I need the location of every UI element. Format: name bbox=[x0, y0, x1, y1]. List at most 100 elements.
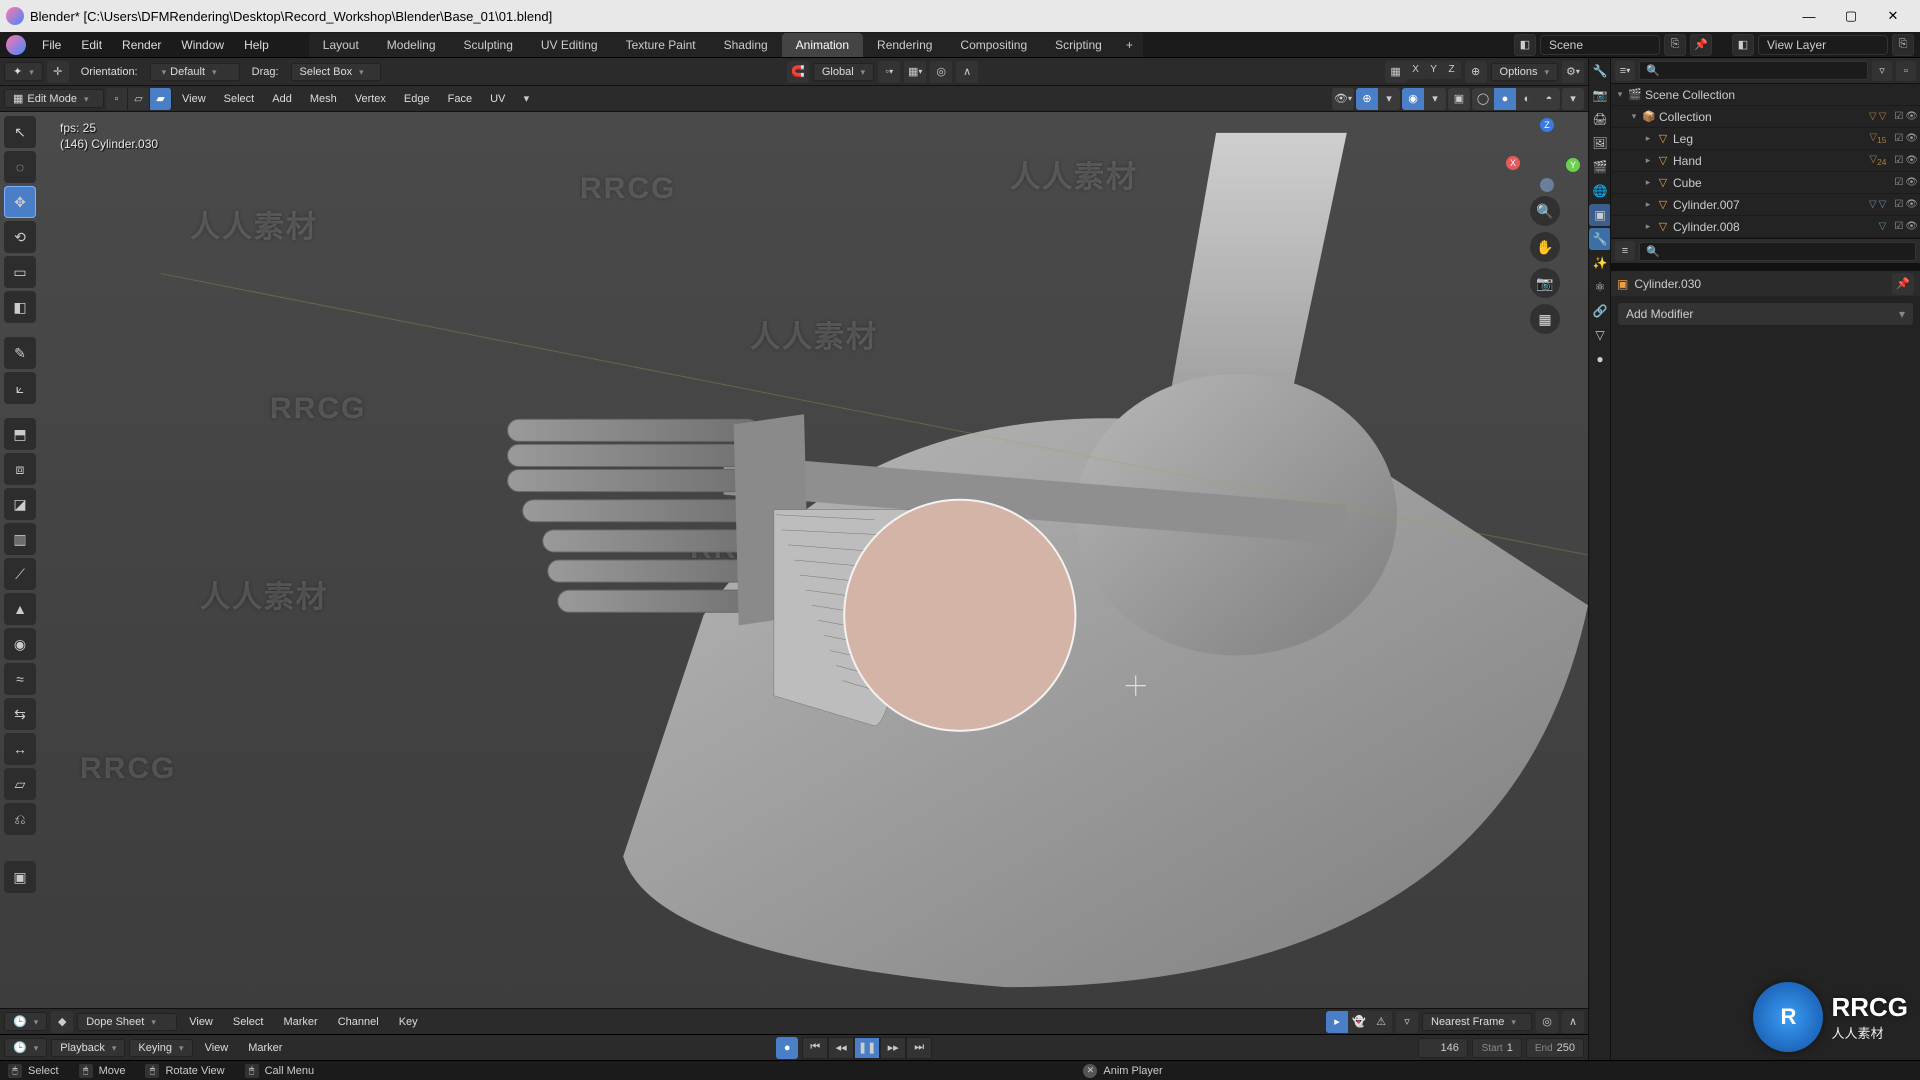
tool-extrude[interactable]: ⬒ bbox=[4, 418, 36, 450]
outliner-tree[interactable]: ▾🎬 Scene Collection ▾📦 Collection ▽▽ ☑👁 … bbox=[1611, 84, 1920, 238]
tool-measure[interactable]: ⟀ bbox=[4, 372, 36, 404]
keying-dropdown[interactable]: Keying bbox=[129, 1039, 192, 1057]
3d-viewport[interactable]: 人人素材 RRCG 人人素材 RRCG RRCG 人人素材 RRCG 人人素材 … bbox=[0, 112, 1588, 1008]
ds-select-menu[interactable]: Select bbox=[225, 1012, 272, 1032]
tool-polybuild[interactable]: ▲ bbox=[4, 593, 36, 625]
tool-loopcut[interactable]: ▥ bbox=[4, 523, 36, 555]
perspective-gizmo[interactable]: ▦ bbox=[1530, 304, 1560, 334]
edge-menu[interactable]: Edge bbox=[396, 89, 438, 109]
ds-show-sliders[interactable]: ▸ bbox=[1326, 1011, 1348, 1033]
gizmo-dropdown[interactable]: ▾ bbox=[1378, 88, 1400, 110]
keyframe-next-button[interactable]: ▸▸ bbox=[880, 1037, 906, 1059]
menu-window[interactable]: Window bbox=[171, 34, 234, 56]
prop-tab-physics[interactable]: ⚛ bbox=[1589, 276, 1611, 298]
shading-rendered[interactable]: ◓ bbox=[1538, 88, 1560, 110]
orientation-dropdown[interactable]: Default bbox=[150, 63, 240, 81]
tool-knife[interactable]: ⟋ bbox=[4, 558, 36, 590]
magnet-icon[interactable]: 🧲 bbox=[787, 61, 809, 83]
tool-spin[interactable]: ◉ bbox=[4, 628, 36, 660]
tab-uv-editing[interactable]: UV Editing bbox=[527, 33, 612, 57]
tool-rip[interactable]: ⎌ bbox=[4, 803, 36, 835]
prop-tab-tool[interactable]: 🔧 bbox=[1589, 60, 1611, 82]
viewlayer-new-button[interactable]: ⎘ bbox=[1892, 34, 1914, 56]
vertex-menu[interactable]: Vertex bbox=[347, 89, 394, 109]
prop-tab-constraints[interactable]: 🔗 bbox=[1589, 300, 1611, 322]
camera-gizmo[interactable]: 📷 bbox=[1530, 268, 1560, 298]
add-menu[interactable]: Add bbox=[264, 89, 300, 109]
menu-help[interactable]: Help bbox=[234, 34, 279, 56]
options-dropdown[interactable]: Options bbox=[1491, 63, 1558, 81]
transform-space-dropdown[interactable]: Global bbox=[813, 63, 874, 81]
pan-gizmo[interactable]: ✋ bbox=[1530, 232, 1560, 262]
tool-inset[interactable]: ⧈ bbox=[4, 453, 36, 485]
pivot-dropdown[interactable]: ◦▾ bbox=[878, 61, 900, 83]
tab-modeling[interactable]: Modeling bbox=[373, 33, 450, 57]
ds-warn-icon[interactable]: ⚠ bbox=[1370, 1011, 1392, 1033]
ds-snap-dropdown[interactable]: Nearest Frame bbox=[1422, 1013, 1532, 1031]
end-frame-field[interactable]: End250 bbox=[1526, 1038, 1584, 1058]
snap-dropdown[interactable]: ▦▾ bbox=[904, 61, 926, 83]
outliner-collapse-button[interactable]: ≡ bbox=[1615, 241, 1635, 261]
viewlayer-browse-icon[interactable]: ◧ bbox=[1732, 34, 1754, 56]
auto-merge-button[interactable]: ⊕ bbox=[1465, 61, 1487, 83]
window-maximize-button[interactable]: ▢ bbox=[1830, 0, 1872, 32]
tool-transform[interactable]: ◧ bbox=[4, 291, 36, 323]
tab-animation[interactable]: Animation bbox=[782, 33, 863, 57]
outliner-search[interactable]: 🔍 bbox=[1639, 61, 1868, 80]
mesh-edit-mode-icon[interactable]: ▦ bbox=[1385, 61, 1407, 83]
outliner-filter-button[interactable]: ▿ bbox=[1872, 61, 1892, 81]
ds-key-menu[interactable]: Key bbox=[391, 1012, 426, 1032]
outliner-editor-dropdown[interactable]: ≡▾ bbox=[1615, 61, 1635, 81]
tab-add-workspace[interactable]: + bbox=[1116, 33, 1143, 57]
scene-name-field[interactable]: Scene bbox=[1540, 35, 1660, 55]
shading-solid[interactable]: ● bbox=[1494, 88, 1516, 110]
header-filter-icon[interactable]: ⚙▾ bbox=[1562, 61, 1584, 83]
face-select-mode[interactable]: ▰ bbox=[150, 88, 172, 110]
scene-new-button[interactable]: ⎘ bbox=[1664, 34, 1686, 56]
shading-matprev[interactable]: ◐ bbox=[1516, 88, 1538, 110]
cursor-icon[interactable]: ✛ bbox=[47, 61, 69, 83]
prop-tab-modifier[interactable]: 🔧 bbox=[1589, 228, 1611, 250]
ds-proportional-icon[interactable]: ◎ bbox=[1536, 1011, 1558, 1033]
prop-tab-object[interactable]: ▣ bbox=[1589, 204, 1611, 226]
prop-tab-output[interactable]: 🖨 bbox=[1589, 108, 1611, 130]
scene-browse-icon[interactable]: ◧ bbox=[1514, 34, 1536, 56]
gizmo-button[interactable]: ⊕ bbox=[1356, 88, 1378, 110]
window-close-button[interactable]: ✕ bbox=[1872, 0, 1914, 32]
tool-bevel[interactable]: ◪ bbox=[4, 488, 36, 520]
tool-cursor[interactable]: ↖ bbox=[4, 116, 36, 148]
prop-tab-render[interactable]: 📷 bbox=[1589, 84, 1611, 106]
scene-pin-button[interactable]: 📌 bbox=[1690, 34, 1712, 56]
tool-shear[interactable]: ▱ bbox=[4, 768, 36, 800]
keyframe-prev-button[interactable]: ◂◂ bbox=[828, 1037, 854, 1059]
overlay-dropdown[interactable]: ▾ bbox=[1424, 88, 1446, 110]
vertex-select-mode[interactable]: ▫ bbox=[106, 88, 128, 110]
view-menu[interactable]: View bbox=[174, 89, 214, 109]
menu-render[interactable]: Render bbox=[112, 34, 171, 56]
proportional-dropdown[interactable]: ∧ bbox=[956, 61, 978, 83]
properties-pin-button[interactable]: 📌 bbox=[1892, 273, 1914, 295]
tl-marker-menu[interactable]: Marker bbox=[240, 1038, 290, 1058]
add-modifier-dropdown[interactable]: Add Modifier▾ bbox=[1617, 302, 1914, 326]
window-minimize-button[interactable]: — bbox=[1788, 0, 1830, 32]
timeline-editor-type[interactable]: 🕒 bbox=[4, 1038, 47, 1057]
play-pause-button[interactable]: ❚❚ bbox=[854, 1037, 880, 1059]
drag-dropdown[interactable]: Select Box bbox=[291, 63, 381, 81]
menu-file[interactable]: File bbox=[32, 34, 71, 56]
ds-filter-dropdown[interactable]: ▿ bbox=[1396, 1011, 1418, 1033]
editor-type-dropdown[interactable]: ✦ bbox=[4, 62, 43, 81]
tool-smooth[interactable]: ≈ bbox=[4, 663, 36, 695]
mirror-z-button[interactable]: Z bbox=[1443, 61, 1461, 79]
prop-tab-particles[interactable]: ✨ bbox=[1589, 252, 1611, 274]
ds-ghost-icon[interactable]: 👻 bbox=[1348, 1011, 1370, 1033]
tab-sculpting[interactable]: Sculpting bbox=[450, 33, 527, 57]
mirror-x-button[interactable]: X bbox=[1407, 61, 1425, 79]
axis-widget[interactable]: Z X Y bbox=[1510, 120, 1580, 190]
uv-menu[interactable]: UV bbox=[482, 89, 513, 109]
menu-edit[interactable]: Edit bbox=[71, 34, 112, 56]
prop-tab-scene[interactable]: 🎬 bbox=[1589, 156, 1611, 178]
ds-channel-menu[interactable]: Channel bbox=[330, 1012, 387, 1032]
prop-tab-viewlayer[interactable]: 🖼 bbox=[1589, 132, 1611, 154]
tool-annotate[interactable]: ✎ bbox=[4, 337, 36, 369]
prop-tab-world[interactable]: 🌐 bbox=[1589, 180, 1611, 202]
